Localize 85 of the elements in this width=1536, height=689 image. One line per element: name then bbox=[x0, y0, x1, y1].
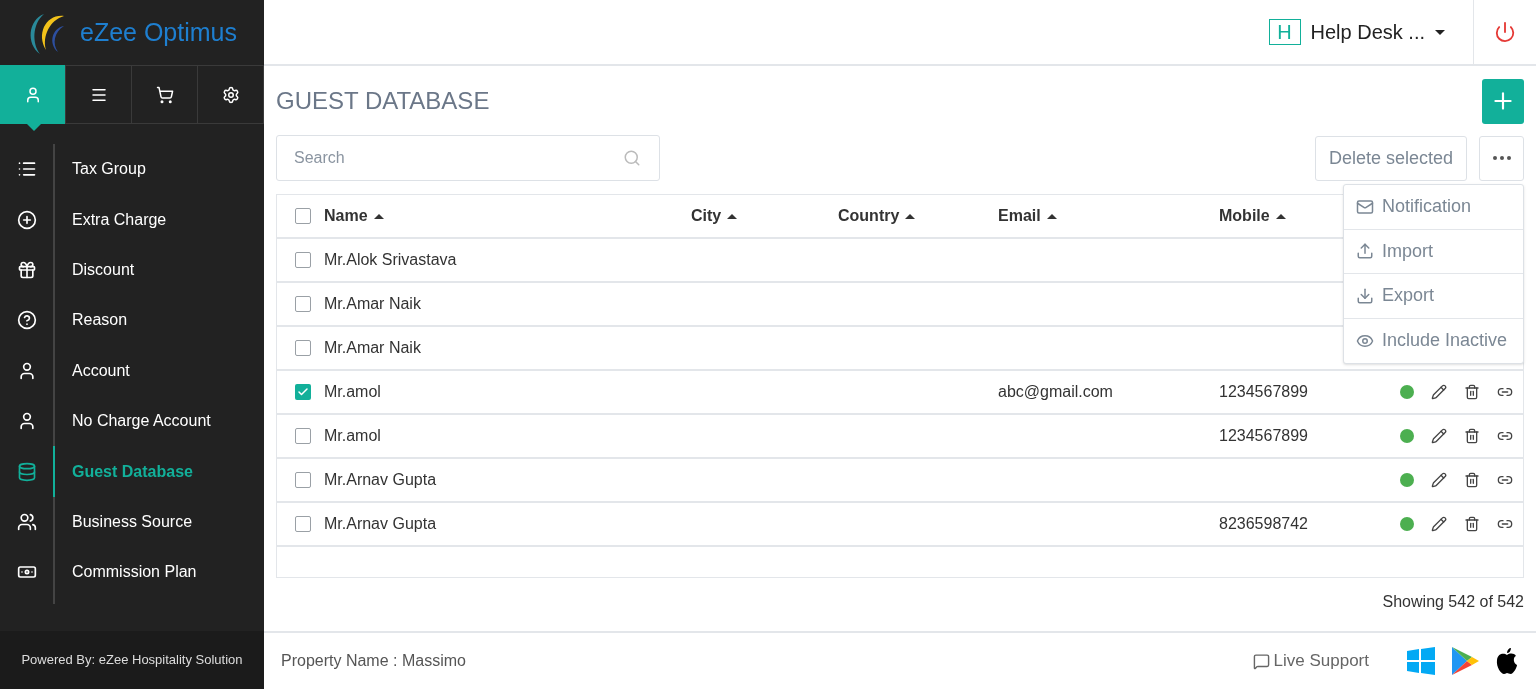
checkbox[interactable] bbox=[294, 428, 311, 444]
menu-item[interactable]: Notification bbox=[1344, 185, 1523, 230]
menu-item[interactable]: Import bbox=[1344, 229, 1523, 274]
delete-icon[interactable] bbox=[1464, 384, 1480, 400]
pointer-icon bbox=[27, 124, 41, 131]
column-header[interactable]: Email bbox=[998, 204, 1041, 228]
nav-tab[interactable] bbox=[198, 65, 264, 124]
user-menu[interactable]: H Help Desk ... bbox=[1268, 17, 1473, 47]
sidebar-item[interactable]: Extra Charge bbox=[0, 194, 264, 245]
edit-icon[interactable] bbox=[1431, 384, 1447, 400]
sidebar-item[interactable]: Tax Group bbox=[0, 144, 264, 195]
table-cell: 1234567899 bbox=[1219, 427, 1308, 444]
table-cell: 1234567899 bbox=[1219, 383, 1308, 400]
column-header[interactable]: Name bbox=[324, 204, 368, 228]
cart-icon bbox=[155, 85, 174, 104]
sidebar-item[interactable]: Account bbox=[0, 345, 264, 396]
sort-icon bbox=[373, 213, 384, 219]
nav-tab[interactable] bbox=[132, 65, 198, 124]
database-icon bbox=[16, 461, 37, 482]
menu-item[interactable]: Export bbox=[1344, 274, 1523, 319]
table-cell: Mr.Amar Naik bbox=[324, 339, 421, 356]
column-header[interactable]: City bbox=[691, 204, 722, 228]
settings-icon bbox=[221, 85, 240, 104]
table-cell: Mr.Arnav Gupta bbox=[324, 515, 437, 532]
search-field[interactable]: Search bbox=[276, 135, 660, 181]
sort-icon bbox=[727, 213, 738, 219]
delete-selected-button[interactable]: Delete selected bbox=[1314, 135, 1467, 181]
column-header[interactable]: Country bbox=[838, 204, 900, 228]
apple-icon[interactable] bbox=[1495, 647, 1519, 675]
checkbox[interactable] bbox=[294, 472, 311, 488]
sort-icon bbox=[1046, 213, 1057, 219]
table-cell: Mr.Arnav Gupta bbox=[324, 471, 437, 488]
sort-icon bbox=[1275, 213, 1286, 219]
check-icon bbox=[296, 386, 309, 398]
powered-by-text: Powered By: eZee Hospitality Solution bbox=[21, 651, 243, 670]
sidebar-item[interactable]: Discount bbox=[0, 244, 264, 296]
more-icon bbox=[1492, 156, 1511, 160]
windows-icon[interactable] bbox=[1407, 647, 1435, 675]
edit-icon[interactable] bbox=[1431, 472, 1447, 488]
search-icon bbox=[623, 149, 641, 167]
sidebar-item[interactable]: Reason bbox=[0, 295, 264, 346]
download-icon bbox=[1356, 286, 1374, 305]
showing-count: Showing 542 of 542 bbox=[1382, 592, 1524, 612]
sidebar-item[interactable]: Commission Plan bbox=[0, 547, 264, 598]
table-cell: Mr.Amar Naik bbox=[324, 295, 421, 312]
question-icon bbox=[16, 310, 37, 331]
caret-icon bbox=[1435, 29, 1445, 35]
live-support-link[interactable]: Live Support bbox=[1252, 648, 1369, 674]
delete-icon[interactable] bbox=[1464, 472, 1480, 488]
checkbox[interactable] bbox=[294, 340, 311, 356]
delete-icon[interactable] bbox=[1464, 428, 1480, 444]
checkbox[interactable] bbox=[294, 208, 311, 224]
sort-icon bbox=[905, 213, 916, 219]
property-name: Property Name : Massimo bbox=[281, 651, 467, 671]
user-initial: H bbox=[1268, 19, 1301, 45]
checkbox[interactable] bbox=[294, 296, 311, 312]
sidebar-item[interactable]: Guest Database bbox=[0, 446, 264, 497]
checkbox[interactable] bbox=[294, 516, 311, 532]
chat-icon bbox=[1252, 652, 1270, 670]
table-cell: 8236598742 bbox=[1219, 515, 1308, 532]
power-button[interactable] bbox=[1494, 21, 1516, 43]
page-title: GUEST DATABASE bbox=[276, 86, 490, 116]
brand-name: eZee Optimus bbox=[80, 16, 237, 48]
table-cell: Mr.amol bbox=[324, 383, 381, 400]
gift-icon bbox=[16, 259, 37, 280]
checkbox[interactable] bbox=[294, 252, 311, 268]
group-icon bbox=[16, 511, 37, 532]
nav-tab[interactable] bbox=[66, 65, 132, 124]
sidebar-item[interactable]: Business Source bbox=[0, 496, 264, 548]
play-store-icon[interactable] bbox=[1451, 646, 1479, 676]
edit-icon[interactable] bbox=[1431, 428, 1447, 444]
user-name: Help Desk ... bbox=[1310, 20, 1425, 45]
table-cell: abc@gmail.com bbox=[998, 383, 1113, 400]
menu-item[interactable]: Include Inactive bbox=[1344, 318, 1523, 363]
table-cell: Mr.Alok Srivastava bbox=[324, 251, 457, 268]
sidebar-item[interactable]: No Charge Account bbox=[0, 395, 264, 447]
mail-icon bbox=[1356, 197, 1374, 216]
plus-icon bbox=[16, 209, 37, 230]
table-cell: Mr.amol bbox=[324, 427, 381, 444]
upload-icon bbox=[1356, 242, 1374, 261]
delete-icon[interactable] bbox=[1464, 516, 1480, 532]
checkbox[interactable] bbox=[294, 384, 311, 400]
add-button[interactable] bbox=[1482, 78, 1524, 124]
edit-icon[interactable] bbox=[1431, 516, 1447, 532]
column-header[interactable]: Mobile bbox=[1219, 204, 1270, 228]
